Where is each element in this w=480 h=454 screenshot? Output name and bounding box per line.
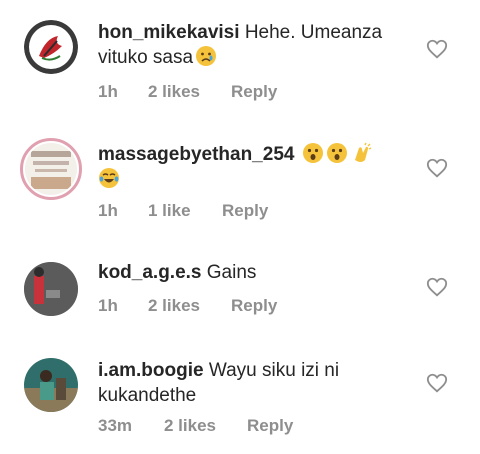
comment-meta: 33m 2 likes Reply — [98, 416, 293, 436]
reply-button[interactable]: Reply — [222, 201, 268, 221]
comment-meta: 1h 1 like Reply — [98, 201, 268, 221]
reply-button[interactable]: Reply — [231, 82, 277, 102]
reply-button[interactable]: Reply — [231, 296, 277, 316]
comment-time: 33m — [98, 416, 133, 435]
comment-likes[interactable]: 2 likes — [148, 82, 231, 102]
avatar[interactable] — [24, 358, 78, 412]
heart-icon[interactable] — [426, 276, 448, 298]
comment-meta: 1h 2 likes Reply — [98, 296, 277, 316]
avatar-image — [25, 143, 77, 195]
tears-of-joy-emoji — [98, 167, 120, 189]
avatar[interactable] — [24, 20, 78, 74]
comment-username[interactable]: massagebyethan_254 — [98, 144, 294, 165]
comment-text: kod_a.g.e.s Gains — [98, 260, 398, 285]
comment-likes[interactable]: 2 likes — [164, 416, 247, 436]
comment-text: hon_mikekavisi Hehe. Umeanza vituko sasa — [98, 20, 398, 70]
heart-icon[interactable] — [426, 372, 448, 394]
comment-likes[interactable]: 2 likes — [148, 296, 231, 316]
avatar[interactable] — [20, 138, 82, 200]
astonished-face-emoji — [302, 142, 324, 164]
clapping-hands-emoji — [350, 142, 372, 164]
sad-face-emoji — [195, 45, 217, 67]
comment-username[interactable]: i.am.boogie — [98, 360, 204, 381]
comment-body: Gains — [206, 262, 257, 283]
comment-username[interactable]: kod_a.g.e.s — [98, 262, 202, 283]
reply-button[interactable]: Reply — [247, 416, 293, 436]
comment-username[interactable]: hon_mikekavisi — [98, 22, 240, 43]
heart-icon[interactable] — [426, 157, 448, 179]
comment-time: 1h — [98, 82, 118, 101]
heart-icon[interactable] — [426, 38, 448, 60]
comment-likes[interactable]: 1 like — [148, 201, 222, 221]
astonished-face-emoji — [326, 142, 348, 164]
comment-text: i.am.boogie Wayu siku izi ni kukandethe — [98, 358, 398, 408]
comment-text: massagebyethan_254 — [98, 142, 398, 192]
comment-meta: 1h 2 likes Reply — [98, 82, 277, 102]
comment-time: 1h — [98, 296, 118, 315]
comment-time: 1h — [98, 201, 118, 220]
avatar[interactable] — [24, 262, 78, 316]
